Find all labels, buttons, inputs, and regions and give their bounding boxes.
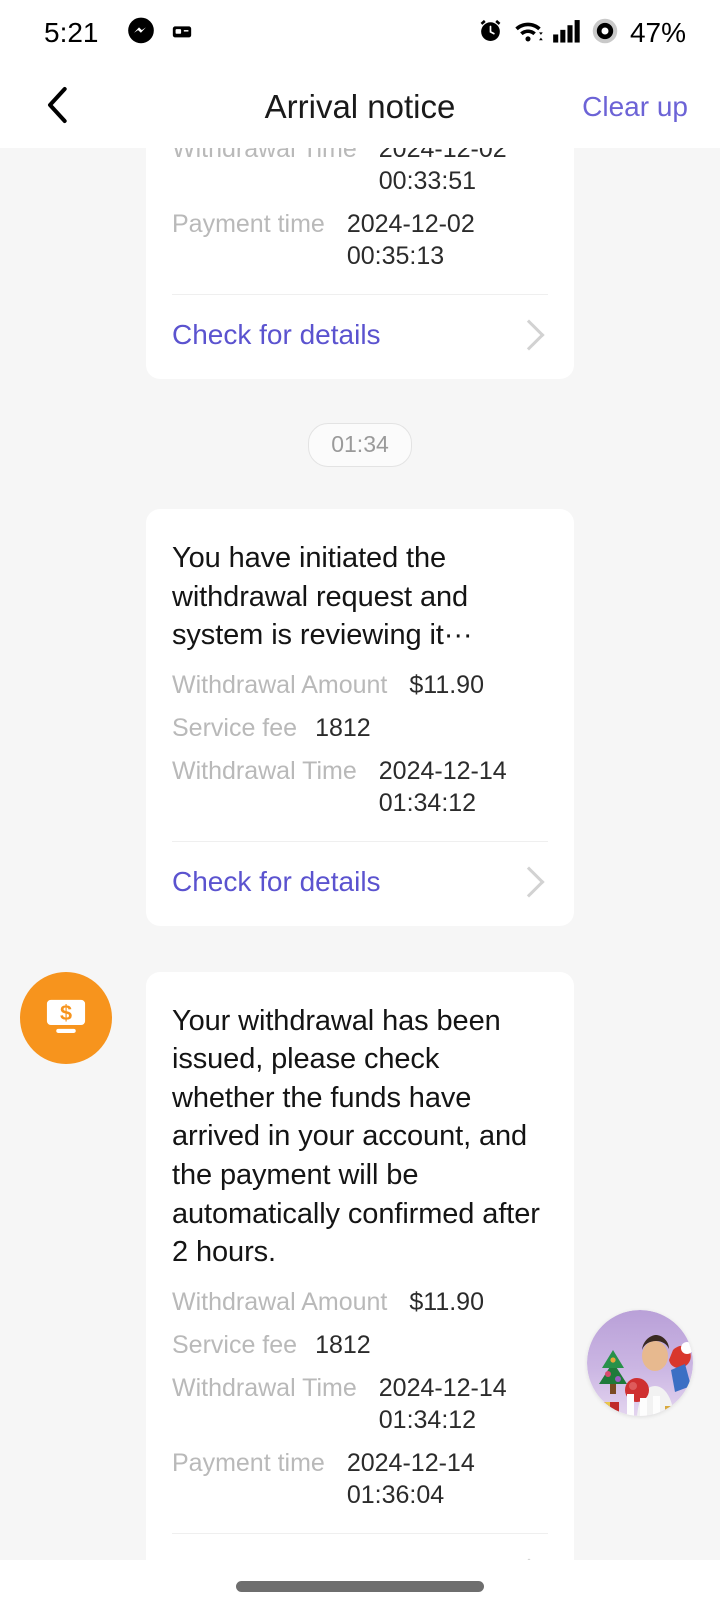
detail-row-value: $11.90 xyxy=(409,670,484,699)
chevron-right-icon xyxy=(513,319,545,351)
detail-row-value: 2024-12-02 00:33:51 xyxy=(378,148,507,195)
status-bar: 5:21 47% xyxy=(0,0,720,66)
user-photo-avatar[interactable] xyxy=(587,1310,693,1416)
detail-row-label: Payment time xyxy=(172,210,325,238)
detail-row-label: Withdrawal Amount xyxy=(172,1287,388,1316)
detail-row-label: Withdrawal Time xyxy=(172,1373,357,1402)
chevron-right-icon xyxy=(513,866,545,898)
check-for-details-label: Check for details xyxy=(172,319,381,350)
detail-row: Withdrawal Time 2024-12-14 01:34:12 xyxy=(172,1372,548,1436)
notification-card: Your withdrawal has been issued, please … xyxy=(146,971,574,1560)
timestamp-divider: 01:34 xyxy=(0,423,720,467)
status-bar-clock: 5:21 xyxy=(44,17,99,48)
detail-row-value: 2024-12-14 01:34:12 xyxy=(378,1373,507,1434)
wifi-icon xyxy=(513,17,543,49)
detail-row: Service fee 1812 xyxy=(172,712,548,744)
detail-row: Withdrawal Amount $11.90 xyxy=(172,1286,548,1318)
cellular-signal-icon xyxy=(552,18,582,49)
status-bar-system-icons: 47% xyxy=(477,17,686,50)
detail-row-label: Withdrawal Amount xyxy=(172,670,388,699)
detail-row-value: 1812 xyxy=(315,1330,371,1359)
svg-text:$: $ xyxy=(60,1000,72,1025)
clear-up-button[interactable]: Clear up xyxy=(582,91,694,123)
check-for-details-link[interactable]: Check for details xyxy=(172,842,548,912)
message-block: You have initiated the withdrawal reques… xyxy=(0,509,720,926)
detail-row: Service fee 1812 xyxy=(172,1329,548,1361)
home-indicator[interactable] xyxy=(236,1580,484,1592)
check-for-details-label: Check for details xyxy=(172,865,381,897)
notification-card: Withdrawal Amount $17.25 Service fee 262… xyxy=(146,148,574,379)
check-for-details-link[interactable]: Check for details xyxy=(172,1534,548,1560)
detail-row-label: Payment time xyxy=(172,1448,325,1477)
app-header: Arrival notice Clear up xyxy=(0,66,720,148)
detail-row: Withdrawal Amount $11.90 xyxy=(172,669,548,701)
detail-row: Withdrawal Time 2024-12-14 01:34:12 xyxy=(172,755,548,819)
detail-row: Withdrawal Time 2024-12-02 00:33:51 xyxy=(172,148,548,197)
phone-screen: 5:21 47% Arrival notice Clear up Withdra… xyxy=(0,0,720,1612)
messenger-icon xyxy=(127,17,155,50)
back-button[interactable] xyxy=(30,79,86,135)
detail-row-value: 1812 xyxy=(315,713,371,742)
dnd-icon xyxy=(591,17,619,50)
detail-row-value: 2024-12-02 00:35:13 xyxy=(346,210,475,270)
detail-row-label: Withdrawal Time xyxy=(172,148,357,163)
status-bar-notification-icons xyxy=(127,17,193,50)
alarm-icon xyxy=(477,17,504,49)
notification-card: You have initiated the withdrawal reques… xyxy=(146,509,574,926)
bot-avatar: $ xyxy=(20,971,112,1064)
detail-row-label: Withdrawal Time xyxy=(172,756,357,785)
message-text: Your withdrawal has been issued, please … xyxy=(172,1004,540,1269)
detail-row: Payment time 2024-12-14 01:36:04 xyxy=(172,1447,548,1511)
detail-row-label: Service fee xyxy=(172,1330,298,1359)
money-bill-icon: $ xyxy=(40,989,92,1046)
message-text: You have initiated the withdrawal reques… xyxy=(172,542,473,652)
message-block: $ Your withdrawal has been issued, pleas… xyxy=(0,971,720,1560)
detail-row: Payment time 2024-12-02 00:35:13 xyxy=(172,208,548,272)
chevron-left-icon xyxy=(41,85,75,130)
wallet-icon xyxy=(171,20,193,47)
detail-row-label: Service fee xyxy=(172,713,298,742)
battery-percent-label: 47% xyxy=(629,17,686,48)
check-for-details-link[interactable]: Check for details xyxy=(172,295,548,365)
detail-row-value: 2024-12-14 01:36:04 xyxy=(346,1448,475,1509)
detail-row-value: 2024-12-14 01:34:12 xyxy=(378,756,507,817)
detail-row-value: $11.90 xyxy=(409,1287,484,1316)
timestamp-chip: 01:34 xyxy=(308,423,412,467)
system-navigation-bar xyxy=(0,1560,720,1612)
